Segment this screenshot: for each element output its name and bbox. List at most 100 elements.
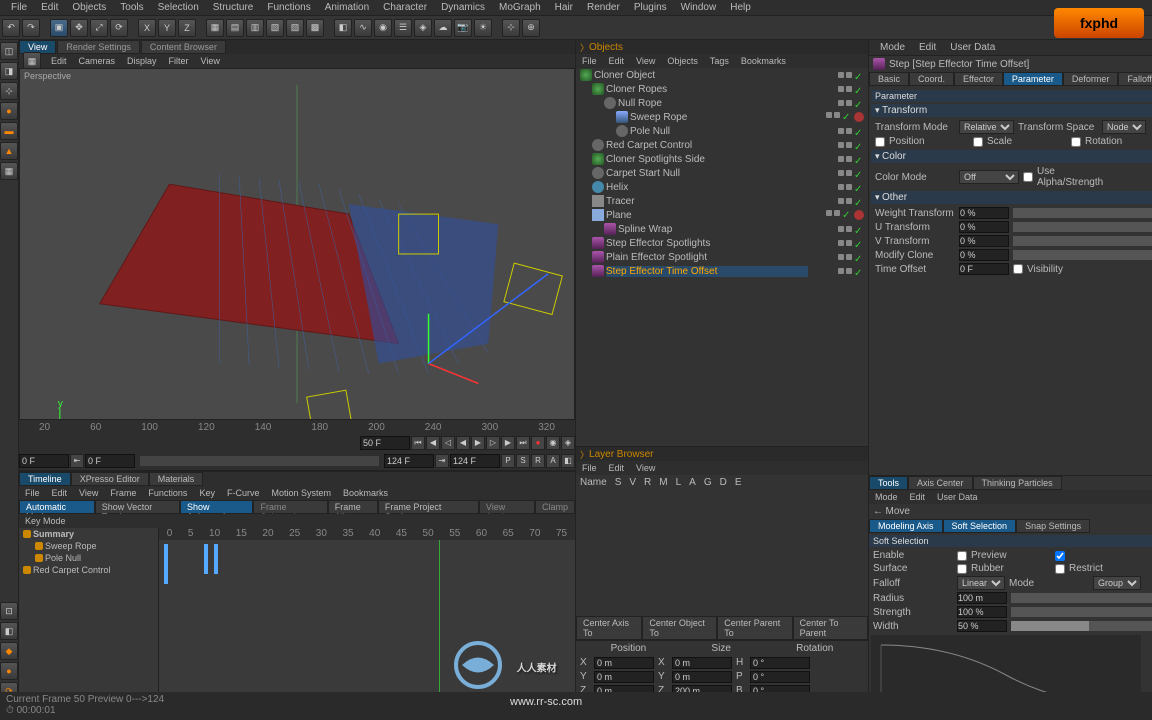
color-section[interactable]: ▾ Color: [871, 150, 1152, 163]
menu-cameras[interactable]: Cameras: [73, 56, 122, 66]
bottom-tab-materials[interactable]: Materials: [149, 472, 204, 486]
width-input[interactable]: [957, 620, 1007, 632]
key-marker[interactable]: [204, 544, 208, 574]
bottom-tab-xpresso-editor[interactable]: XPresso Editor: [71, 472, 149, 486]
tools-tab-thinking-particles[interactable]: Thinking Particles: [973, 476, 1062, 490]
range-current[interactable]: [384, 454, 434, 468]
menu-display[interactable]: Display: [121, 56, 163, 66]
menu-edit[interactable]: Edit: [46, 488, 74, 498]
center-btn[interactable]: Center Parent To: [717, 616, 792, 640]
environment-icon[interactable]: ☁: [434, 19, 452, 37]
z-lock[interactable]: Z: [178, 19, 196, 37]
render-queue-icon[interactable]: ▨: [286, 19, 304, 37]
clone-slider[interactable]: [1013, 250, 1152, 260]
v-input[interactable]: [959, 235, 1009, 247]
move-tool[interactable]: ✥: [70, 19, 88, 37]
menu-file[interactable]: File: [19, 488, 46, 498]
prev-key-icon[interactable]: ◀: [426, 436, 440, 450]
rotation-check[interactable]: [1071, 137, 1081, 147]
menu-edit[interactable]: Edit: [912, 42, 943, 53]
menu-edit[interactable]: Edit: [603, 56, 631, 66]
attrib-tab-effector[interactable]: Effector: [954, 72, 1003, 86]
enable-icon[interactable]: ●: [0, 662, 18, 680]
snap-icon[interactable]: ⊡: [0, 602, 18, 620]
fcurve-item-sweep-rope[interactable]: Sweep Rope: [19, 540, 158, 552]
menu-character[interactable]: Character: [376, 2, 434, 13]
menu-view[interactable]: View: [195, 56, 226, 66]
current-frame-display[interactable]: [360, 436, 410, 450]
other-section[interactable]: ▾ Other: [871, 191, 1152, 204]
obj-sweep-rope[interactable]: Sweep Rope✓: [576, 110, 868, 124]
view-tab-render-settings[interactable]: Render Settings: [57, 40, 140, 54]
surface-check[interactable]: [957, 564, 967, 574]
play-fwd-icon[interactable]: ▶: [471, 436, 485, 450]
menu-edit[interactable]: Edit: [603, 463, 631, 473]
y-lock[interactable]: Y: [158, 19, 176, 37]
next-frame-icon[interactable]: ▷: [486, 436, 500, 450]
workplane-icon[interactable]: ◧: [0, 622, 18, 640]
deformer-icon[interactable]: ◈: [414, 19, 432, 37]
view-tab-content-browser[interactable]: Content Browser: [141, 40, 226, 54]
menu-render[interactable]: Render: [580, 2, 627, 13]
tools-subtab-modeling-axis[interactable]: Modeling Axis: [869, 519, 943, 533]
obj-step-effector-time-offset[interactable]: Step Effector Time Offset✓: [576, 264, 868, 278]
object-mode-icon[interactable]: ◨: [0, 62, 18, 80]
obj-cloner-spotlights-side[interactable]: Cloner Spotlights Side✓: [576, 152, 868, 166]
key-sel-icon[interactable]: ◈: [561, 436, 575, 450]
tools-subtab-snap-settings[interactable]: Snap Settings: [1016, 519, 1090, 533]
attrib-tab-falloff[interactable]: Falloff: [1118, 72, 1152, 86]
play-back-icon[interactable]: ◀: [456, 436, 470, 450]
visibility-check[interactable]: [1013, 264, 1023, 274]
p-scale-icon[interactable]: S: [516, 454, 530, 468]
select-tool[interactable]: ▣: [50, 19, 68, 37]
filter-clamp[interactable]: Clamp: [535, 500, 575, 514]
timeline-slider[interactable]: [140, 456, 379, 466]
menu-view[interactable]: View: [630, 56, 661, 66]
key-marker[interactable]: [214, 544, 218, 574]
obj-cloner-ropes[interactable]: Cloner Ropes✓: [576, 82, 868, 96]
radius-input[interactable]: [957, 592, 1007, 604]
redo-icon[interactable]: ↷: [22, 19, 40, 37]
menu-bookmarks[interactable]: Bookmarks: [337, 488, 394, 498]
fcurve-item-pole-null[interactable]: Pole Null: [19, 552, 158, 564]
record-icon[interactable]: ●: [531, 436, 545, 450]
fcurve-item-summary[interactable]: Summary: [19, 528, 158, 540]
transform-space-select[interactable]: Node: [1102, 120, 1146, 134]
alpha-check[interactable]: [1023, 172, 1033, 182]
enable-check[interactable]: [957, 551, 967, 561]
nurbs-icon[interactable]: ◉: [374, 19, 392, 37]
camera-icon[interactable]: 📷: [454, 19, 472, 37]
obj-plane[interactable]: Plane✓: [576, 208, 868, 222]
menu-view[interactable]: View: [630, 463, 661, 473]
weight-slider[interactable]: [1013, 208, 1152, 218]
menu-dynamics[interactable]: Dynamics: [434, 2, 492, 13]
filter-view-angle[interactable]: View Angle: [479, 500, 535, 514]
center-btn[interactable]: Center Object To: [642, 616, 717, 640]
scale-check[interactable]: [973, 137, 983, 147]
filter-show-animated[interactable]: Show Animated: [180, 500, 253, 514]
prev-frame-icon[interactable]: ◁: [441, 436, 455, 450]
menu-help[interactable]: Help: [723, 2, 758, 13]
filter-frame-project-settings[interactable]: Frame Project Settings: [378, 500, 479, 514]
scale-tool[interactable]: ⤢: [90, 19, 108, 37]
point-mode-icon[interactable]: ●: [0, 102, 18, 120]
obj-carpet-start-null[interactable]: Carpet Start Null✓: [576, 166, 868, 180]
tools-tab-axis-center[interactable]: Axis Center: [908, 476, 973, 490]
texture-mode-icon[interactable]: ▦: [0, 162, 18, 180]
menu-objects[interactable]: Objects: [661, 56, 704, 66]
goto-start-icon[interactable]: ⏮: [411, 436, 425, 450]
center-btn[interactable]: Center To Parent: [793, 616, 868, 640]
strength-input[interactable]: [957, 606, 1007, 618]
axis-mode-icon[interactable]: ⊹: [0, 82, 18, 100]
menu-edit[interactable]: Edit: [45, 56, 73, 66]
menu-file[interactable]: File: [576, 56, 603, 66]
u-input[interactable]: [959, 221, 1009, 233]
p-pos-icon[interactable]: P: [501, 454, 515, 468]
menu-user-data[interactable]: User Data: [943, 42, 1002, 53]
undo-icon[interactable]: ↶: [2, 19, 20, 37]
menu-functions[interactable]: Functions: [142, 488, 193, 498]
render-settings-icon[interactable]: ▧: [266, 19, 284, 37]
v-slider[interactable]: [1013, 236, 1152, 246]
light-icon[interactable]: ☀: [474, 19, 492, 37]
menu-key[interactable]: Key: [193, 488, 221, 498]
